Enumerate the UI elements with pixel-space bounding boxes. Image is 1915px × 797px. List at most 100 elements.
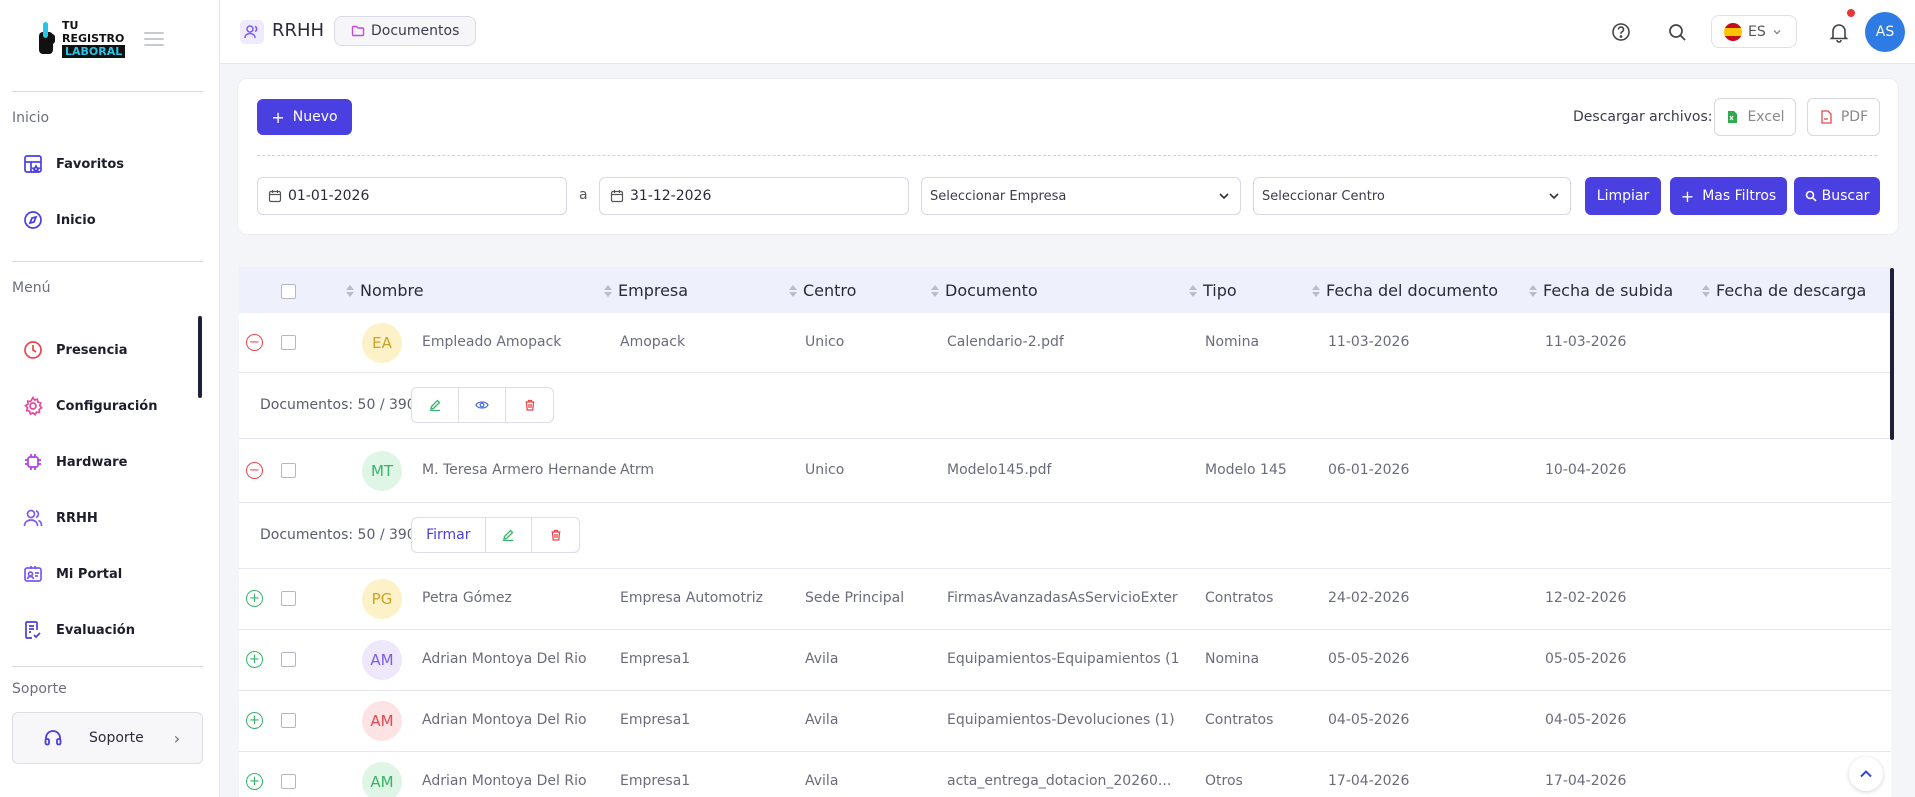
clock-icon (22, 339, 44, 361)
date-from-value: 01-01-2026 (288, 188, 370, 204)
back-to-top-button[interactable] (1849, 757, 1883, 791)
center-select[interactable]: Seleccionar Centro (1253, 177, 1571, 215)
menu-toggle-icon[interactable] (144, 32, 164, 48)
sort-icon (346, 284, 354, 297)
cell-document: Modelo145.pdf (947, 462, 1052, 478)
sidebar-scrollbar[interactable] (198, 316, 202, 398)
portal-icon (22, 563, 44, 585)
pdf-label: PDF (1840, 109, 1869, 125)
date-to-field[interactable]: 31-12-2026 (599, 177, 909, 215)
column-header-empresa[interactable]: Empresa (604, 281, 688, 300)
cell-document: Calendario-2.pdf (947, 334, 1064, 350)
sidebar-item-presencia[interactable]: Presencia (22, 337, 128, 363)
support-button[interactable]: Soporte › (12, 712, 203, 764)
delete-button[interactable] (506, 388, 553, 422)
new-button[interactable]: + Nuevo (257, 99, 352, 135)
cell-upload-date: 17-04-2026 (1545, 773, 1627, 789)
expand-row-icon[interactable]: + (246, 651, 263, 668)
sidebar: TU REGISTRO LABORAL Inicio Favoritos Ini… (0, 0, 220, 797)
date-to-value: 31-12-2026 (630, 188, 712, 204)
topbar: RRHH Documentos ES AS (220, 0, 1915, 64)
cell-doc-date: 17-04-2026 (1328, 773, 1410, 789)
cell-doc-date: 04-05-2026 (1328, 712, 1410, 728)
expand-row-icon[interactable]: + (246, 590, 263, 607)
calendar-icon (268, 190, 282, 203)
cell-document: Equipamientos-Devoluciones (1) (947, 712, 1175, 728)
table-row[interactable]: + AM Adrian Montoya Del Rio Empresa1 Avi… (239, 752, 1891, 797)
column-header-fecha-subida[interactable]: Fecha de subida (1529, 281, 1673, 300)
excel-file-icon (1728, 111, 1738, 123)
cell-center: Unico (805, 334, 845, 350)
bell-icon[interactable] (1827, 20, 1851, 44)
sidebar-item-label: Configuración (56, 398, 158, 414)
sort-icon (1529, 284, 1537, 297)
column-header-label: Centro (803, 281, 857, 300)
expand-row-icon[interactable]: + (246, 773, 263, 790)
company-select[interactable]: Seleccionar Empresa (921, 177, 1241, 215)
edit-button[interactable] (486, 518, 533, 552)
search-icon[interactable] (1665, 20, 1689, 44)
column-header-tipo[interactable]: Tipo (1189, 281, 1237, 300)
language-select[interactable]: ES (1711, 15, 1797, 48)
table-scrollbar[interactable] (1890, 268, 1894, 440)
sign-button[interactable]: Firmar (412, 518, 486, 552)
sidebar-item-rrhh[interactable]: RRHH (22, 505, 98, 531)
table-row[interactable]: + AM Adrian Montoya Del Rio Empresa1 Avi… (239, 630, 1891, 691)
cell-document: acta_entrega_dotacion_20260... (947, 773, 1172, 789)
column-header-centro[interactable]: Centro (789, 281, 856, 300)
search-button[interactable]: Buscar (1794, 177, 1880, 215)
documents-table: Nombre Empresa Centro Documento Tipo Fec… (239, 267, 1891, 797)
collapse-row-icon[interactable]: − (246, 462, 263, 479)
logo[interactable]: TU REGISTRO LABORAL (36, 18, 126, 58)
collapse-row-icon[interactable]: − (246, 334, 263, 351)
row-checkbox[interactable] (281, 335, 296, 350)
row-checkbox[interactable] (281, 774, 296, 789)
sidebar-item-label: Evaluación (56, 622, 135, 638)
excel-button[interactable]: Excel (1714, 98, 1796, 136)
sidebar-item-configuracion[interactable]: Configuración (22, 393, 157, 419)
more-filters-button[interactable]: + Mas Filtros (1670, 177, 1787, 215)
row-checkbox[interactable] (281, 463, 296, 478)
expand-row-icon[interactable]: + (246, 712, 263, 729)
sort-icon (1189, 284, 1197, 297)
view-button[interactable] (459, 388, 506, 422)
row-checkbox[interactable] (281, 713, 296, 728)
column-header-fecha-documento[interactable]: Fecha del documento (1312, 281, 1498, 300)
select-all-checkbox[interactable] (281, 284, 296, 299)
table-row[interactable]: − MT M. Teresa Armero Hernande Atrm Unic… (239, 439, 1891, 503)
sidebar-item-label: Favoritos (56, 156, 125, 172)
cell-company: Empresa1 (620, 651, 691, 667)
date-from-field[interactable]: 01-01-2026 (257, 177, 567, 215)
user-avatar[interactable]: AS (1865, 12, 1905, 52)
row-detail: Documentos: 50 / 390 Firmar (239, 503, 1891, 569)
column-header-label: Fecha del documento (1326, 281, 1499, 300)
clear-button[interactable]: Limpiar (1585, 177, 1661, 215)
column-header-documento[interactable]: Documento (931, 281, 1038, 300)
plus-icon: + (1680, 186, 1695, 206)
breadcrumb[interactable]: Documentos (334, 16, 477, 46)
table-row[interactable]: + PG Petra Gómez Empresa Automotriz Sede… (239, 569, 1891, 630)
headset-icon (44, 730, 62, 746)
table-row[interactable]: − EA Empleado Amopack Amopack Unico Cale… (239, 313, 1891, 373)
sidebar-item-hardware[interactable]: Hardware (22, 449, 127, 475)
sidebar-item-favoritos[interactable]: Favoritos (22, 151, 124, 177)
sidebar-item-evaluacion[interactable]: Evaluación (22, 617, 135, 643)
help-icon[interactable] (1609, 20, 1633, 44)
section-label-menu: Menú (12, 280, 51, 296)
row-checkbox[interactable] (281, 591, 296, 606)
cell-upload-date: 11-03-2026 (1545, 334, 1627, 350)
sidebar-item-inicio[interactable]: Inicio (22, 207, 96, 233)
sidebar-item-mi-portal[interactable]: Mi Portal (22, 561, 122, 587)
row-checkbox[interactable] (281, 652, 296, 667)
pdf-button[interactable]: PDF (1807, 98, 1880, 136)
users-icon (22, 507, 44, 529)
table-row[interactable]: + AM Adrian Montoya Del Rio Empresa1 Avi… (239, 691, 1891, 752)
cell-upload-date: 04-05-2026 (1545, 712, 1627, 728)
column-header-nombre[interactable]: Nombre (346, 281, 424, 300)
column-header-fecha-descarga[interactable]: Fecha de descarga (1702, 281, 1866, 300)
cell-name: Petra Gómez (422, 590, 512, 606)
delete-button[interactable] (532, 518, 579, 552)
eye-icon (475, 401, 489, 409)
cell-doc-date: 11-03-2026 (1328, 334, 1410, 350)
edit-button[interactable] (412, 388, 459, 422)
